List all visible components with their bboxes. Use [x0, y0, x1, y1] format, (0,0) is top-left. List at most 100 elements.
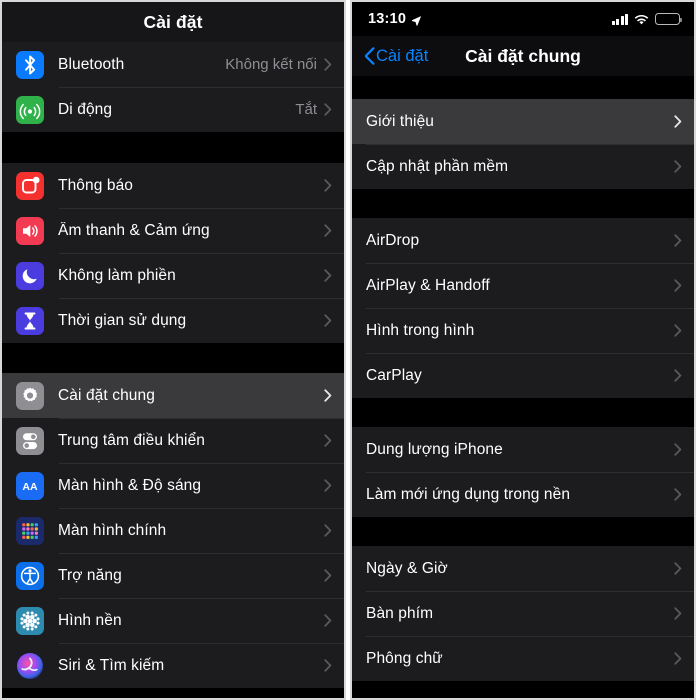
general-row-airplay-handoff[interactable]: AirPlay & Handoff: [352, 263, 694, 308]
section-gap: [352, 189, 694, 218]
chevron-right-icon: [674, 115, 682, 128]
chevron-right-icon: [324, 269, 332, 282]
chevron-right-icon: [674, 488, 682, 501]
settings-group: Giới thiệu Cập nhật phần mềm: [352, 99, 694, 189]
settings-row-tr-n-ng[interactable]: Trợ năng: [2, 553, 344, 598]
settings-group: AirDrop AirPlay & Handoff Hình trong hình C…: [352, 218, 694, 398]
general-row-label: Hình trong hình: [366, 321, 475, 339]
chevron-right-icon: [674, 369, 682, 382]
battery-low-icon: [655, 13, 683, 25]
general-row-ng-y-gi[interactable]: Ngày & Giờ: [352, 546, 694, 591]
section-gap: [352, 398, 694, 427]
settings-row-value: Không kết nối: [225, 56, 317, 73]
status-time: 13:10: [368, 11, 407, 27]
section-gap: [352, 76, 694, 99]
settings-row-m-n-h-nh-ch-nh[interactable]: Màn hình chính: [2, 508, 344, 553]
chevron-right-icon: [324, 569, 332, 582]
chevron-right-icon: [324, 389, 332, 402]
general-row-label: Giới thiệu: [366, 112, 435, 130]
settings-row-label: Hình nền: [58, 611, 122, 629]
cellular-icon: [16, 95, 44, 124]
chevron-right-icon: [674, 234, 682, 247]
settings-group: Dung lượng iPhone Làm mới ứng dụng trong …: [352, 427, 694, 517]
general-row-dung-l-ng-iphone[interactable]: Dung lượng iPhone: [352, 427, 694, 472]
general-row-label: Làm mới ứng dụng trong nền: [366, 485, 571, 503]
do-not-disturb-icon: [16, 261, 44, 290]
settings-list-left: Bluetooth Không kết nối Di động Tắt Thông bá…: [2, 42, 344, 688]
wifi-icon: [634, 13, 649, 25]
back-button[interactable]: Cài đặt: [364, 47, 428, 66]
general-row-label: CarPlay: [366, 366, 422, 384]
chevron-right-icon: [674, 652, 682, 665]
chevron-right-icon: [674, 562, 682, 575]
gear-icon: [16, 381, 44, 410]
section-gap: [352, 517, 694, 546]
chevron-right-icon: [324, 659, 332, 672]
general-row-label: AirPlay & Handoff: [366, 276, 490, 294]
settings-screen-left: Cài đặt Bluetooth Không kết nối Di động Tắt…: [0, 0, 346, 700]
cellular-bars-icon: [611, 13, 628, 25]
chevron-right-icon: [674, 443, 682, 456]
settings-row-label: Trợ năng: [58, 566, 122, 584]
general-row-l-m-m-i-ng-d-ng-trong-n-n[interactable]: Làm mới ứng dụng trong nền: [352, 472, 694, 517]
settings-row-m-thanh-c-m-ng[interactable]: Âm thanh & Cảm ứng: [2, 208, 344, 253]
chevron-right-icon: [324, 224, 332, 237]
settings-row-label: Thời gian sử dụng: [58, 311, 187, 329]
settings-group: Cài đặt chung Trung tâm điều khiển AA Màn h…: [2, 373, 344, 688]
settings-row-label: Siri & Tìm kiếm: [58, 656, 165, 674]
control-center-icon: [16, 426, 44, 455]
general-row-label: Ngày & Giờ: [366, 559, 448, 577]
wallpaper-icon: [16, 606, 44, 635]
left-nav-bar: Cài đặt: [2, 2, 344, 42]
general-row-carplay[interactable]: CarPlay: [352, 353, 694, 398]
chevron-right-icon: [324, 614, 332, 627]
general-row-c-p-nh-t-ph-n-m-m[interactable]: Cập nhật phần mềm: [352, 144, 694, 189]
settings-row-label: Trung tâm điều khiển: [58, 431, 206, 449]
general-row-label: Cập nhật phần mềm: [366, 157, 509, 175]
back-button-label: Cài đặt: [376, 46, 429, 65]
settings-list-right: Giới thiệu Cập nhật phần mềm AirDrop AirPla…: [352, 76, 694, 681]
settings-row-c-i-t-chung[interactable]: Cài đặt chung: [2, 373, 344, 418]
settings-row-label: Màn hình chính: [58, 521, 167, 539]
settings-group: Thông báo Âm thanh & Cảm ứng Không làm phi…: [2, 163, 344, 343]
general-row-h-nh-trong-h-nh[interactable]: Hình trong hình: [352, 308, 694, 353]
section-gap: [2, 343, 344, 373]
settings-row-m-n-h-nh-s-ng[interactable]: AA Màn hình & Độ sáng: [2, 463, 344, 508]
siri-icon: [16, 651, 44, 680]
section-gap: [2, 132, 344, 163]
general-row-label: Bàn phím: [366, 604, 434, 622]
settings-row-trung-t-m-i-u-khi-n[interactable]: Trung tâm điều khiển: [2, 418, 344, 463]
chevron-right-icon: [674, 324, 682, 337]
settings-row-siri-t-m-ki-m[interactable]: Siri & Tìm kiếm: [2, 643, 344, 688]
general-row-gi-i-thi-u[interactable]: Giới thiệu: [352, 99, 694, 144]
chevron-right-icon: [324, 103, 332, 116]
settings-row-bluetooth[interactable]: Bluetooth Không kết nối: [2, 42, 344, 87]
general-row-airdrop[interactable]: AirDrop: [352, 218, 694, 263]
status-bar-left: 13:10: [368, 11, 422, 27]
settings-row-label: Màn hình & Độ sáng: [58, 476, 202, 494]
settings-row-th-i-gian-s-d-ng[interactable]: Thời gian sử dụng: [2, 298, 344, 343]
sounds-icon: [16, 216, 44, 245]
settings-row-h-nh-n-n[interactable]: Hình nền: [2, 598, 344, 643]
display-brightness-icon: AA: [16, 471, 44, 500]
general-row-b-n-ph-m[interactable]: Bàn phím: [352, 591, 694, 636]
settings-row-th-ng-b-o[interactable]: Thông báo: [2, 163, 344, 208]
general-row-label: AirDrop: [366, 231, 420, 249]
settings-row-di-ng[interactable]: Di động Tắt: [2, 87, 344, 132]
chevron-right-icon: [674, 607, 682, 620]
chevron-left-icon: [364, 47, 375, 65]
home-screen-icon: [16, 516, 44, 545]
chevron-right-icon: [674, 160, 682, 173]
settings-row-label: Bluetooth: [58, 55, 125, 73]
general-row-ph-ng-ch[interactable]: Phông chữ: [352, 636, 694, 681]
settings-row-kh-ng-l-m-phi-n[interactable]: Không làm phiền: [2, 253, 344, 298]
svg-text:AA: AA: [22, 481, 38, 493]
page-title: Cài đặt: [143, 11, 203, 32]
general-row-label: Phông chữ: [366, 649, 443, 667]
settings-row-value: Tắt: [295, 101, 317, 118]
notifications-icon: [16, 171, 44, 200]
status-bar: 13:10: [352, 2, 694, 36]
chevron-right-icon: [324, 524, 332, 537]
settings-row-label: Cài đặt chung: [58, 386, 155, 404]
settings-row-label: Thông báo: [58, 176, 134, 194]
